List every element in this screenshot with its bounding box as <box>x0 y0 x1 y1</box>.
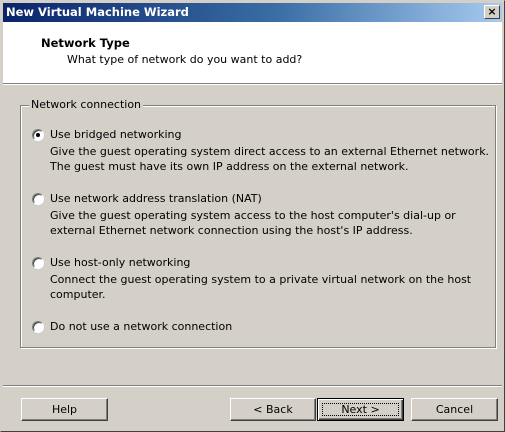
option-label-host-only[interactable]: Use host-only networking <box>50 256 190 269</box>
next-button[interactable]: Next > <box>317 398 404 421</box>
wizard-header: Network Type What type of network do you… <box>3 22 502 83</box>
cancel-button[interactable]: Cancel <box>411 398 498 421</box>
back-button[interactable]: < Back <box>230 398 316 421</box>
footer-divider <box>3 385 502 387</box>
help-button[interactable]: Help <box>21 398 108 421</box>
page-title: Network Type <box>41 36 130 50</box>
close-icon: × <box>487 5 497 18</box>
option-description-host-only: Connect the guest operating system to a … <box>50 273 472 301</box>
title-bar[interactable]: New Virtual Machine Wizard × <box>3 3 502 22</box>
next-button-label: Next > <box>341 403 380 416</box>
option-label-nat[interactable]: Use network address translation (NAT) <box>50 192 262 205</box>
radio-no-network[interactable] <box>32 321 44 333</box>
option-description-bridged: Give the guest operating system direct a… <box>50 145 490 173</box>
group-legend: Network connection <box>29 98 144 111</box>
window-title: New Virtual Machine Wizard <box>6 5 189 19</box>
wizard-window: New Virtual Machine Wizard × Network Typ… <box>0 0 505 432</box>
option-label-no-network[interactable]: Do not use a network connection <box>50 320 232 333</box>
header-divider <box>3 83 502 85</box>
radio-host-only[interactable] <box>32 257 44 269</box>
radio-bridged[interactable] <box>32 129 44 141</box>
close-button[interactable]: × <box>484 5 500 19</box>
option-description-nat: Give the guest operating system access t… <box>50 209 456 237</box>
option-label-bridged[interactable]: Use bridged networking <box>50 128 182 141</box>
radio-nat[interactable] <box>32 193 44 205</box>
network-connection-group: Network connection Use bridged networkin… <box>20 98 496 348</box>
page-subtitle: What type of network do you want to add? <box>67 53 303 66</box>
